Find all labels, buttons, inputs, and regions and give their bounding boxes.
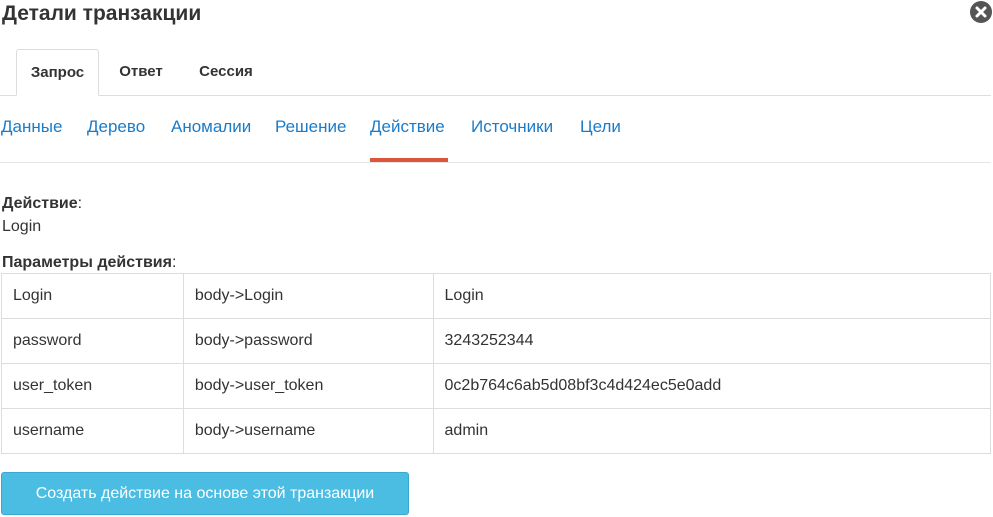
subtab-anomalies[interactable]: Аномалии <box>171 114 251 140</box>
param-path: body->password <box>182 318 434 364</box>
subtab-tree[interactable]: Дерево <box>87 114 145 140</box>
params-label-text: Параметры действия <box>2 254 172 271</box>
subtab-decision[interactable]: Решение <box>275 114 346 140</box>
param-value: admin <box>432 408 992 454</box>
param-path: body->username <box>182 408 434 454</box>
active-subtab-indicator <box>370 158 448 162</box>
create-action-button[interactable]: Создать действие на основе этой транзакц… <box>1 472 409 515</box>
subtab-sources[interactable]: Источники <box>471 114 553 140</box>
subtab-goals[interactable]: Цели <box>580 114 621 140</box>
subtab-action[interactable]: Действие <box>370 114 445 140</box>
tab-request[interactable]: Запрос <box>16 49 99 96</box>
param-value: Login <box>432 273 992 319</box>
close-button[interactable] <box>970 1 992 23</box>
param-name: user_token <box>1 363 184 409</box>
main-tab-bar: Запрос Ответ Сессия <box>0 49 991 96</box>
params-label: Параметры действия: <box>2 254 177 271</box>
dialog-title: Детали транзакции <box>2 2 202 25</box>
tab-response[interactable]: Ответ <box>106 49 176 95</box>
table-row: Login body->Login Login <box>1 273 992 319</box>
table-row: user_token body->user_token 0c2b764c6ab5… <box>1 363 992 409</box>
tab-session[interactable]: Сессия <box>186 49 266 95</box>
param-name: password <box>1 318 184 364</box>
param-value: 3243252344 <box>432 318 992 364</box>
param-value: 0c2b764c6ab5d08bf3c4d424ec5e0add <box>432 363 992 409</box>
table-row: username body->username admin <box>1 408 992 454</box>
param-path: body->user_token <box>182 363 434 409</box>
close-icon <box>975 6 987 18</box>
table-row: password body->password 3243252344 <box>1 318 992 364</box>
param-path: body->Login <box>182 273 434 319</box>
action-label: Действие: <box>2 195 83 212</box>
param-name: Login <box>1 273 184 319</box>
subtab-data[interactable]: Данные <box>1 114 62 140</box>
action-value: Login <box>2 218 42 235</box>
param-name: username <box>1 408 184 454</box>
action-label-text: Действие <box>2 195 78 212</box>
sub-tab-bar: Данные Дерево Аномалии Решение Действие … <box>0 104 991 163</box>
params-table: Login body->Login Login password body->p… <box>1 273 992 454</box>
